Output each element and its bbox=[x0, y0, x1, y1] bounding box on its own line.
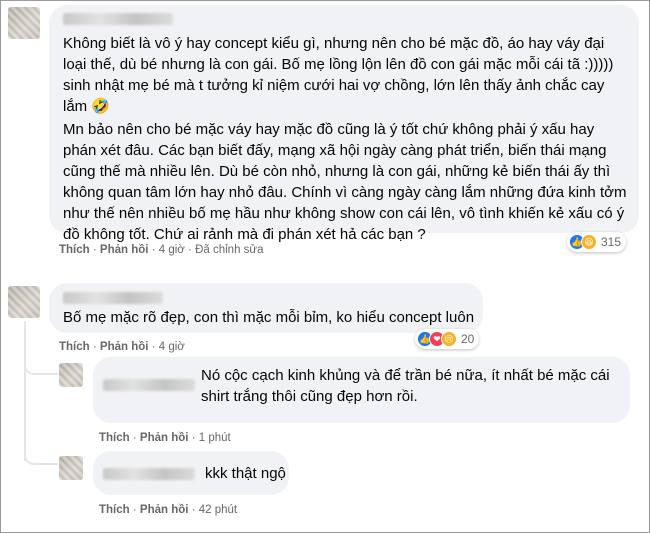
reply-button[interactable]: Phản hồi bbox=[100, 341, 149, 353]
comments-screenshot: { "comments": [ { "text": "Không biết là… bbox=[0, 0, 650, 533]
comment-text: Không biết là vô ý hay concept kiểu gì, … bbox=[63, 35, 614, 115]
thread-connector bbox=[24, 351, 58, 375]
thread-connector bbox=[24, 441, 58, 465]
reaction-count: 20 bbox=[461, 332, 475, 346]
reply-actions: Thích · Phản hồi · 42 phút bbox=[99, 504, 238, 516]
reply-button[interactable]: Phản hồi bbox=[140, 432, 189, 444]
edited-label: Đã chỉnh sửa bbox=[195, 244, 264, 256]
comment-actions: Thích · Phản hồi · 4 giờ · Đã chỉnh sửa bbox=[59, 244, 264, 256]
reaction-count: 315 bbox=[601, 235, 622, 249]
timestamp[interactable]: 42 phút bbox=[199, 504, 237, 516]
reaction-summary[interactable]: 👍 ❤ 😢 20 bbox=[415, 329, 480, 349]
replier-name[interactable] bbox=[103, 468, 195, 480]
comment-bubble: Không biết là vô ý hay concept kiểu gì, … bbox=[49, 5, 639, 243]
commenter-name[interactable] bbox=[63, 292, 163, 304]
reply-button[interactable]: Phản hồi bbox=[100, 244, 149, 256]
haha-icon: 😆 bbox=[581, 234, 597, 250]
like-button[interactable]: Thích bbox=[59, 244, 90, 256]
avatar[interactable] bbox=[59, 363, 83, 387]
reply-text: kkk thật ngộ bbox=[205, 465, 286, 482]
comment-text: Bố mẹ mặc rõ đẹp, con thì mặc mỗi bỉm, k… bbox=[63, 309, 475, 326]
thread-line bbox=[24, 321, 26, 461]
avatar[interactable] bbox=[8, 7, 40, 39]
sad-icon: 😢 bbox=[441, 331, 457, 347]
reply-bubble: kkk thật ngộ bbox=[93, 451, 289, 495]
reply-button[interactable]: Phản hồi bbox=[140, 504, 189, 516]
reply-actions: Thích · Phản hồi · 1 phút bbox=[99, 432, 231, 444]
timestamp[interactable]: 4 giờ bbox=[159, 341, 185, 353]
comment-bubble: Bố mẹ mặc rõ đẹp, con thì mặc mỗi bỉm, k… bbox=[49, 283, 483, 333]
replier-name[interactable] bbox=[103, 379, 195, 391]
reply-text: Nó cộc cạch kinh khủng và để trần bé nữa… bbox=[201, 367, 610, 405]
avatar[interactable] bbox=[59, 456, 83, 480]
reaction-summary[interactable]: 👍 😆 315 bbox=[567, 232, 627, 252]
timestamp[interactable]: 4 giờ bbox=[159, 244, 185, 256]
timestamp[interactable]: 1 phút bbox=[199, 432, 231, 444]
commenter-name[interactable] bbox=[63, 13, 173, 25]
like-button[interactable]: Thích bbox=[99, 432, 130, 444]
comment-text-paragraph: Mn bảo nên cho bé mặc váy hay mặc đồ cũn… bbox=[63, 121, 627, 243]
comment-actions: Thích · Phản hồi · 4 giờ bbox=[59, 341, 185, 353]
avatar[interactable] bbox=[8, 286, 40, 318]
reply-bubble: Nó cộc cạch kinh khủng và để trần bé nữa… bbox=[93, 357, 630, 423]
like-button[interactable]: Thích bbox=[99, 504, 130, 516]
like-button[interactable]: Thích bbox=[59, 341, 90, 353]
